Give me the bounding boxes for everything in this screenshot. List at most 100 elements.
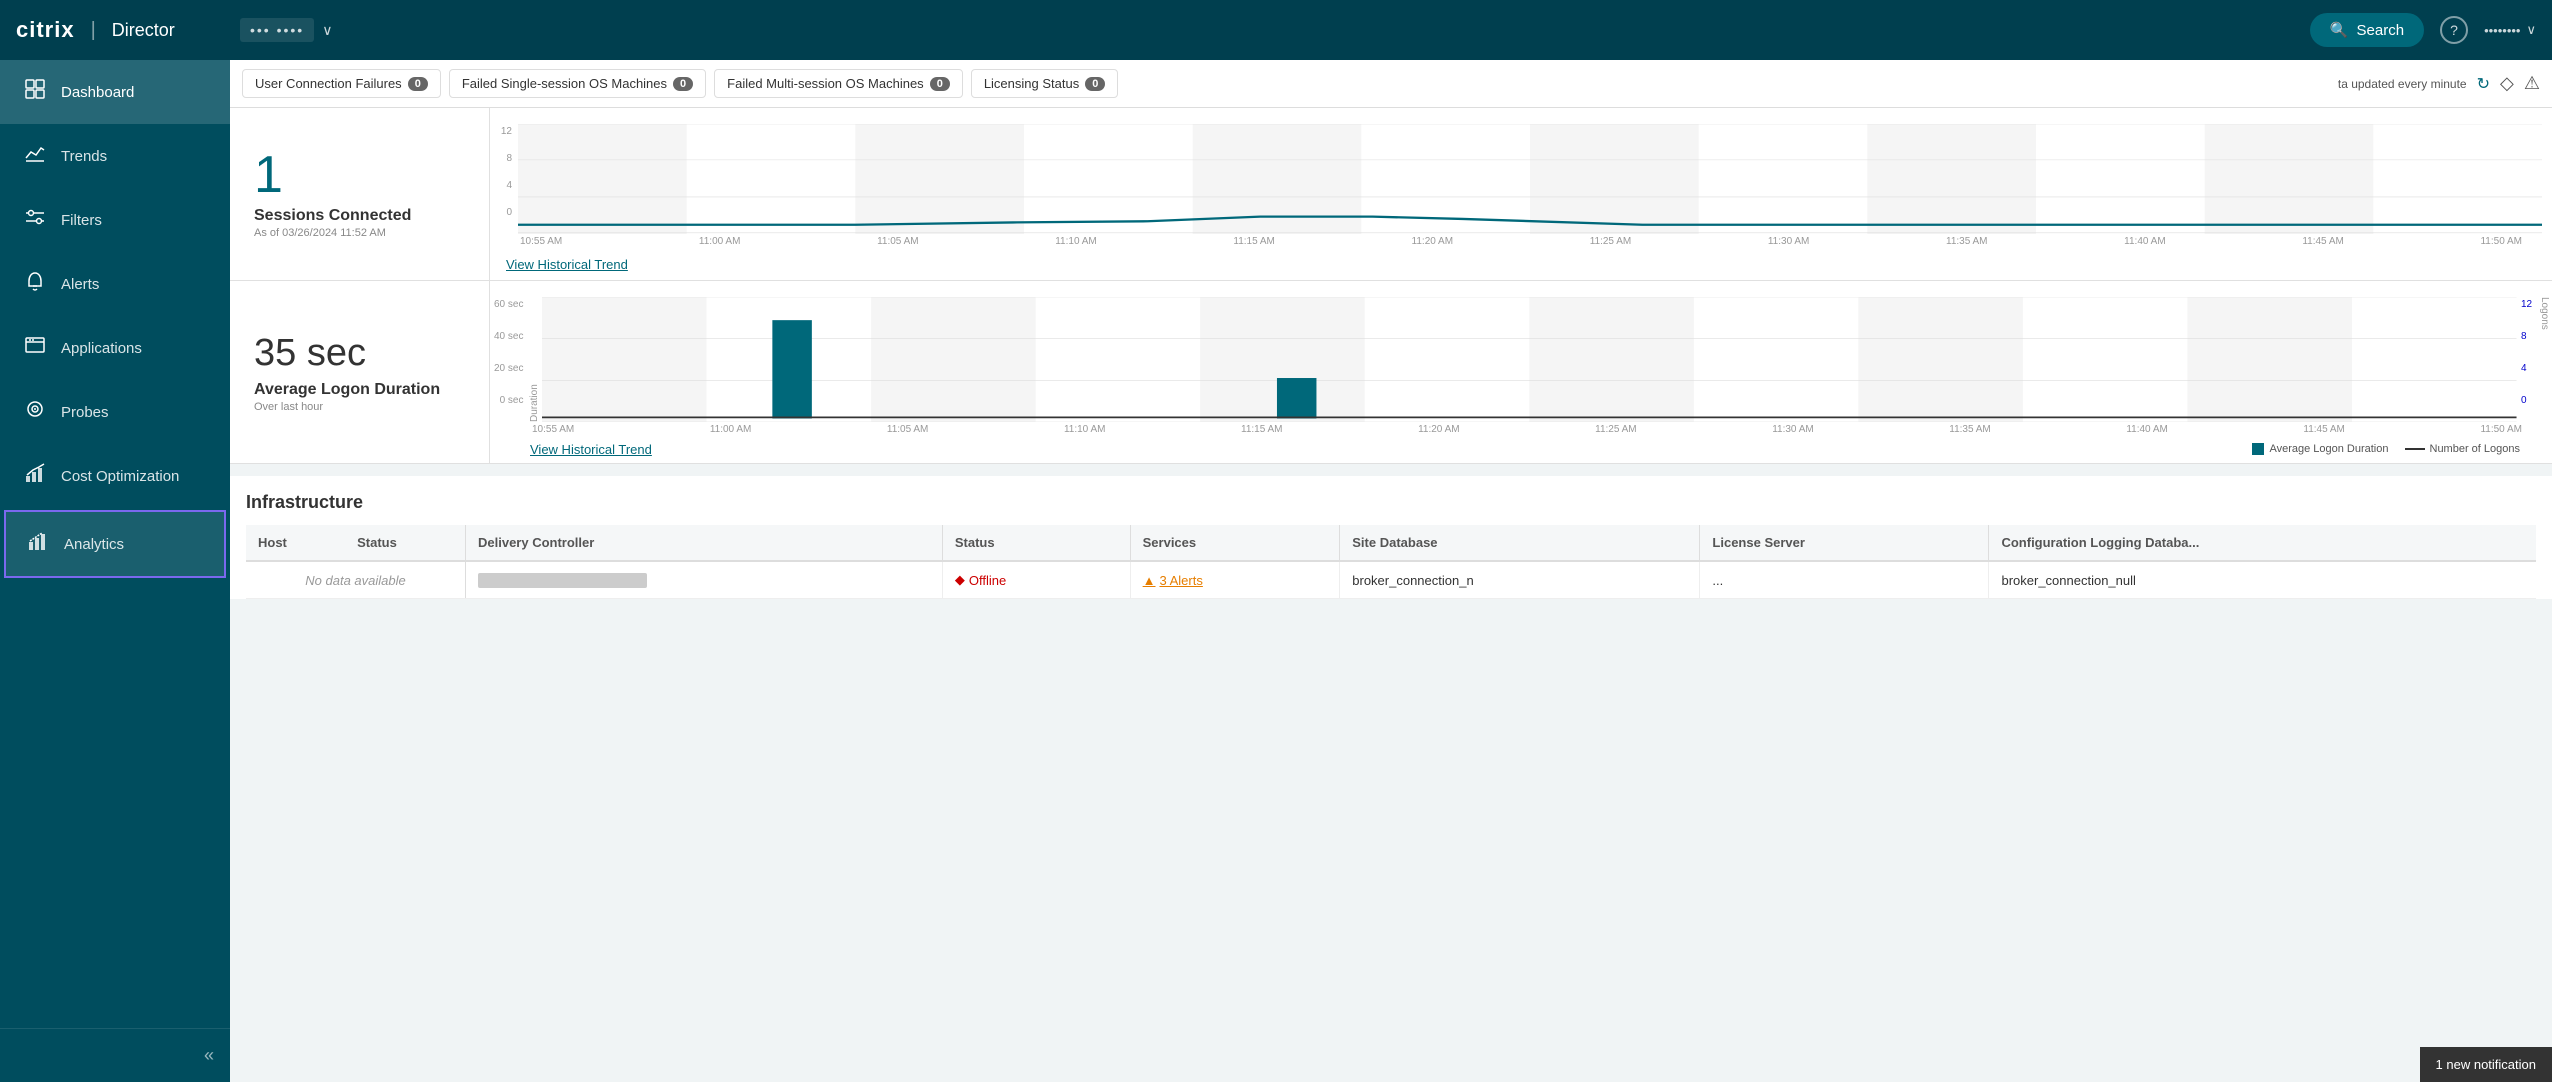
logon-metric-left: 35 sec Average Logon Duration Over last … xyxy=(230,281,490,463)
legend-num-logons-line xyxy=(2405,448,2425,450)
infrastructure-table-wrapper: Host Status No data available Delivery C… xyxy=(246,525,2536,599)
logon-y-right-axis-label: Logons xyxy=(2539,297,2550,330)
dc-col-license: License Server xyxy=(1700,525,1989,561)
user-chevron-icon: ∨ xyxy=(2526,22,2536,38)
logon-y-60sec: 60 sec xyxy=(494,299,523,310)
logon-label: Average Logon Duration xyxy=(254,381,465,399)
dc-col-services: Services xyxy=(1130,525,1340,561)
sidebar-item-analytics-label: Analytics xyxy=(64,536,124,553)
sidebar-item-filters[interactable]: Filters xyxy=(0,188,230,252)
sidebar-item-probes[interactable]: Probes xyxy=(0,380,230,444)
delivery-controller-table: Delivery Controller Status Services Site… xyxy=(466,525,2536,599)
infrastructure-section: Infrastructure Host Status No data avail… xyxy=(230,476,2552,599)
table-row: •• •••• •••••••••••• ◆ Offline ▲ xyxy=(466,561,2536,599)
refresh-icon[interactable]: ↻ xyxy=(2477,74,2490,94)
warning-icon[interactable]: ⚠ xyxy=(2524,73,2540,94)
sessions-y-8: 8 xyxy=(496,153,512,164)
dc-row-config-logging: broker_connection_null xyxy=(1989,561,2536,599)
dc-col-controller: Delivery Controller xyxy=(466,525,942,561)
main-content: User Connection Failures 0 Failed Single… xyxy=(230,60,2552,1082)
dc-row-status: ◆ Offline xyxy=(942,561,1130,599)
diamond-icon[interactable]: ◇ xyxy=(2500,73,2514,94)
sessions-x-labels: 10:55 AM 11:00 AM 11:05 AM 11:10 AM 11:1… xyxy=(490,234,2552,247)
legend-num-logons: Number of Logons xyxy=(2405,443,2521,455)
alert-chip-connection-failures-label: User Connection Failures xyxy=(255,76,402,91)
app-title: Director xyxy=(112,20,175,41)
sidebar-item-applications-label: Applications xyxy=(61,340,142,357)
sidebar-item-trends[interactable]: Trends xyxy=(0,124,230,188)
alert-bar: User Connection Failures 0 Failed Single… xyxy=(230,60,2552,108)
sidebar-item-probes-label: Probes xyxy=(61,404,109,421)
alert-bar-right: ta updated every minute ↻ ◇ ⚠ xyxy=(2338,73,2540,94)
logon-y-0sec: 0 sec xyxy=(494,395,523,406)
site-selector[interactable]: ••• •••• ∨ xyxy=(240,18,332,42)
legend-avg-logon-label: Average Logon Duration xyxy=(2269,443,2388,455)
logon-value: 35 sec xyxy=(254,332,465,375)
dc-row-site-db: broker_connection_n xyxy=(1340,561,1700,599)
header-right: 🔍 Search ? •••••••• ∨ xyxy=(2310,13,2536,47)
sidebar-item-cost-optimization[interactable]: Cost Optimization xyxy=(0,444,230,508)
sidebar-collapse-button[interactable]: « xyxy=(0,1028,230,1082)
logon-chart-legend: Average Logon Duration Number of Logons xyxy=(2252,439,2536,459)
sidebar-item-alerts[interactable]: Alerts xyxy=(0,252,230,316)
sessions-chart: 12 8 4 0 xyxy=(490,120,2552,251)
search-icon: 🔍 xyxy=(2330,21,2349,39)
trends-icon xyxy=(23,142,47,170)
search-label: Search xyxy=(2357,22,2405,39)
sessions-y-12: 12 xyxy=(496,126,512,137)
sidebar-item-analytics[interactable]: Analytics xyxy=(4,510,226,578)
sessions-chart-svg xyxy=(518,124,2542,234)
logon-y-right-0: 0 xyxy=(2521,395,2533,406)
logon-y-right-12: 12 xyxy=(2521,299,2533,310)
alert-chip-licensing[interactable]: Licensing Status 0 xyxy=(971,69,1119,98)
host-column-status: Status xyxy=(345,525,465,561)
table-row: No data available xyxy=(246,561,466,599)
site-chevron-icon: ∨ xyxy=(322,22,332,39)
alert-chip-multi-session-count: 0 xyxy=(930,77,950,91)
top-header: citrix | Director ••• •••• ∨ 🔍 Search ? … xyxy=(0,0,2552,60)
sidebar-item-dashboard-label: Dashboard xyxy=(61,84,134,101)
user-name: •••••••• xyxy=(2484,23,2520,38)
alert-chip-multi-session-label: Failed Multi-session OS Machines xyxy=(727,76,924,91)
alert-chip-connection-failures[interactable]: User Connection Failures 0 xyxy=(242,69,441,98)
filters-icon xyxy=(23,206,47,234)
logon-y-right-8: 8 xyxy=(2521,331,2533,342)
dc-services-alerts[interactable]: ▲ 3 Alerts xyxy=(1143,573,1328,588)
site-name: ••• •••• xyxy=(240,18,314,42)
logon-y-axis-label: Duration xyxy=(529,384,540,422)
logon-view-trend-link[interactable]: View Historical Trend xyxy=(530,442,652,457)
logon-y-20sec: 20 sec xyxy=(494,363,523,374)
alert-chip-connection-failures-count: 0 xyxy=(408,77,428,91)
dc-col-status: Status xyxy=(942,525,1130,561)
infrastructure-title: Infrastructure xyxy=(246,492,2536,513)
citrix-logo: citrix xyxy=(16,17,75,43)
logon-x-labels: 10:55 AM 11:00 AM 11:05 AM 11:10 AM 11:1… xyxy=(490,422,2552,435)
sessions-view-trend-link[interactable]: View Historical Trend xyxy=(506,257,628,272)
dashboard-icon xyxy=(23,78,47,106)
sidebar-item-dashboard[interactable]: Dashboard xyxy=(0,60,230,124)
sidebar-item-alerts-label: Alerts xyxy=(61,276,99,293)
dc-row-license: ... xyxy=(1700,561,1989,599)
sidebar-item-filters-label: Filters xyxy=(61,212,102,229)
user-menu[interactable]: •••••••• ∨ xyxy=(2484,22,2536,38)
legend-avg-logon: Average Logon Duration xyxy=(2252,443,2388,455)
cost-optimization-icon xyxy=(23,462,47,490)
help-button[interactable]: ? xyxy=(2440,16,2468,44)
alert-chip-multi-session[interactable]: Failed Multi-session OS Machines 0 xyxy=(714,69,963,98)
alert-chip-single-session[interactable]: Failed Single-session OS Machines 0 xyxy=(449,69,706,98)
sessions-label: Sessions Connected xyxy=(254,207,465,225)
sidebar-item-applications[interactable]: Applications xyxy=(0,316,230,380)
notification-bar[interactable]: 1 new notification xyxy=(2420,1047,2552,1082)
offline-diamond-icon: ◆ xyxy=(955,572,965,588)
dc-status-offline: ◆ Offline xyxy=(955,572,1118,588)
analytics-icon xyxy=(26,530,50,558)
probes-icon xyxy=(23,398,47,426)
logo-area: citrix | Director xyxy=(16,17,216,43)
alert-triangle-icon: ▲ xyxy=(1143,573,1156,588)
logon-y-40sec: 40 sec xyxy=(494,331,523,342)
sessions-metric-left: 1 Sessions Connected As of 03/26/2024 11… xyxy=(230,108,490,280)
logon-chart-area: 60 sec 40 sec 20 sec 0 sec Duration xyxy=(490,281,2552,463)
host-table: Host Status No data available xyxy=(246,525,466,599)
search-button[interactable]: 🔍 Search xyxy=(2310,13,2424,47)
alert-chip-licensing-label: Licensing Status xyxy=(984,76,1079,91)
